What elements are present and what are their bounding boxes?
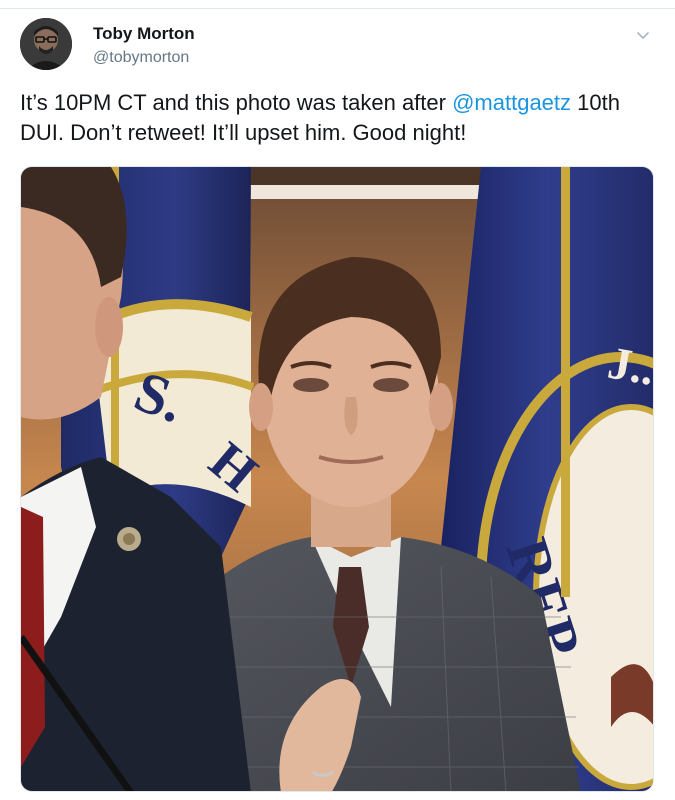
tweet-photo[interactable]: S. H REP J.. [20, 166, 654, 792]
chevron-down-icon[interactable] [634, 26, 652, 44]
display-name[interactable]: Toby Morton [93, 24, 195, 44]
avatar[interactable] [20, 18, 72, 70]
mention-link[interactable]: @mattgaetz [452, 90, 571, 115]
top-divider [0, 8, 675, 9]
tweet-text: It’s 10PM CT and this photo was taken af… [20, 88, 650, 148]
avatar-image [20, 18, 72, 70]
tweet-header: Toby Morton @tobymorton [20, 18, 660, 74]
tweet-text-before: It’s 10PM CT and this photo was taken af… [20, 90, 453, 115]
author-block[interactable]: Toby Morton @tobymorton [93, 24, 195, 68]
flag-lettering-right-top: J.. [604, 337, 654, 395]
handle[interactable]: @tobymorton [93, 48, 195, 68]
photo-illustration: S. H REP J.. [21, 167, 654, 791]
